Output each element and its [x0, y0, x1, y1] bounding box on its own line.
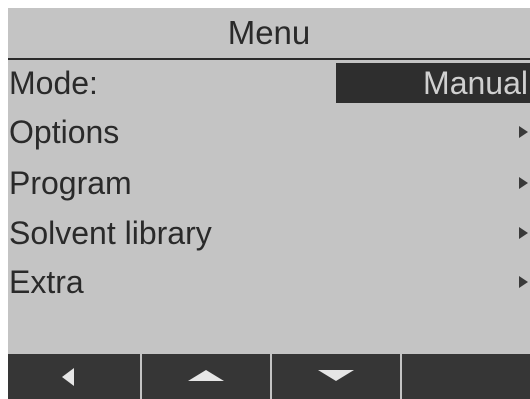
chevron-right-icon [519, 177, 528, 189]
menu-item-label: Program [9, 165, 132, 201]
chevron-right-icon [519, 276, 528, 288]
softkey-blank[interactable] [400, 354, 530, 399]
menu-item-label: Extra [9, 264, 84, 300]
menu-item-options[interactable]: Options [8, 112, 530, 152]
lcd-screen: Menu Mode: Manual Options Program Solven… [8, 8, 530, 399]
menu-item-label: Solvent library [9, 215, 212, 251]
softkey-up[interactable] [140, 354, 270, 399]
mode-row[interactable]: Mode: Manual [8, 63, 530, 103]
menu-item-solvent-library[interactable]: Solvent library [8, 213, 530, 253]
menu-item-extra[interactable]: Extra [8, 262, 530, 302]
arrow-down-icon [318, 370, 354, 381]
chevron-right-icon [519, 227, 528, 239]
mode-value[interactable]: Manual [336, 63, 530, 103]
mode-label: Mode: [9, 65, 98, 101]
arrow-left-icon [62, 368, 74, 386]
arrow-up-icon [188, 370, 224, 381]
menu-title: Menu [8, 8, 530, 60]
softkey-bar [8, 354, 530, 399]
chevron-right-icon [519, 126, 528, 138]
softkey-back[interactable] [8, 354, 140, 399]
softkey-down[interactable] [270, 354, 400, 399]
menu-item-program[interactable]: Program [8, 163, 530, 203]
menu-item-label: Options [9, 114, 120, 150]
